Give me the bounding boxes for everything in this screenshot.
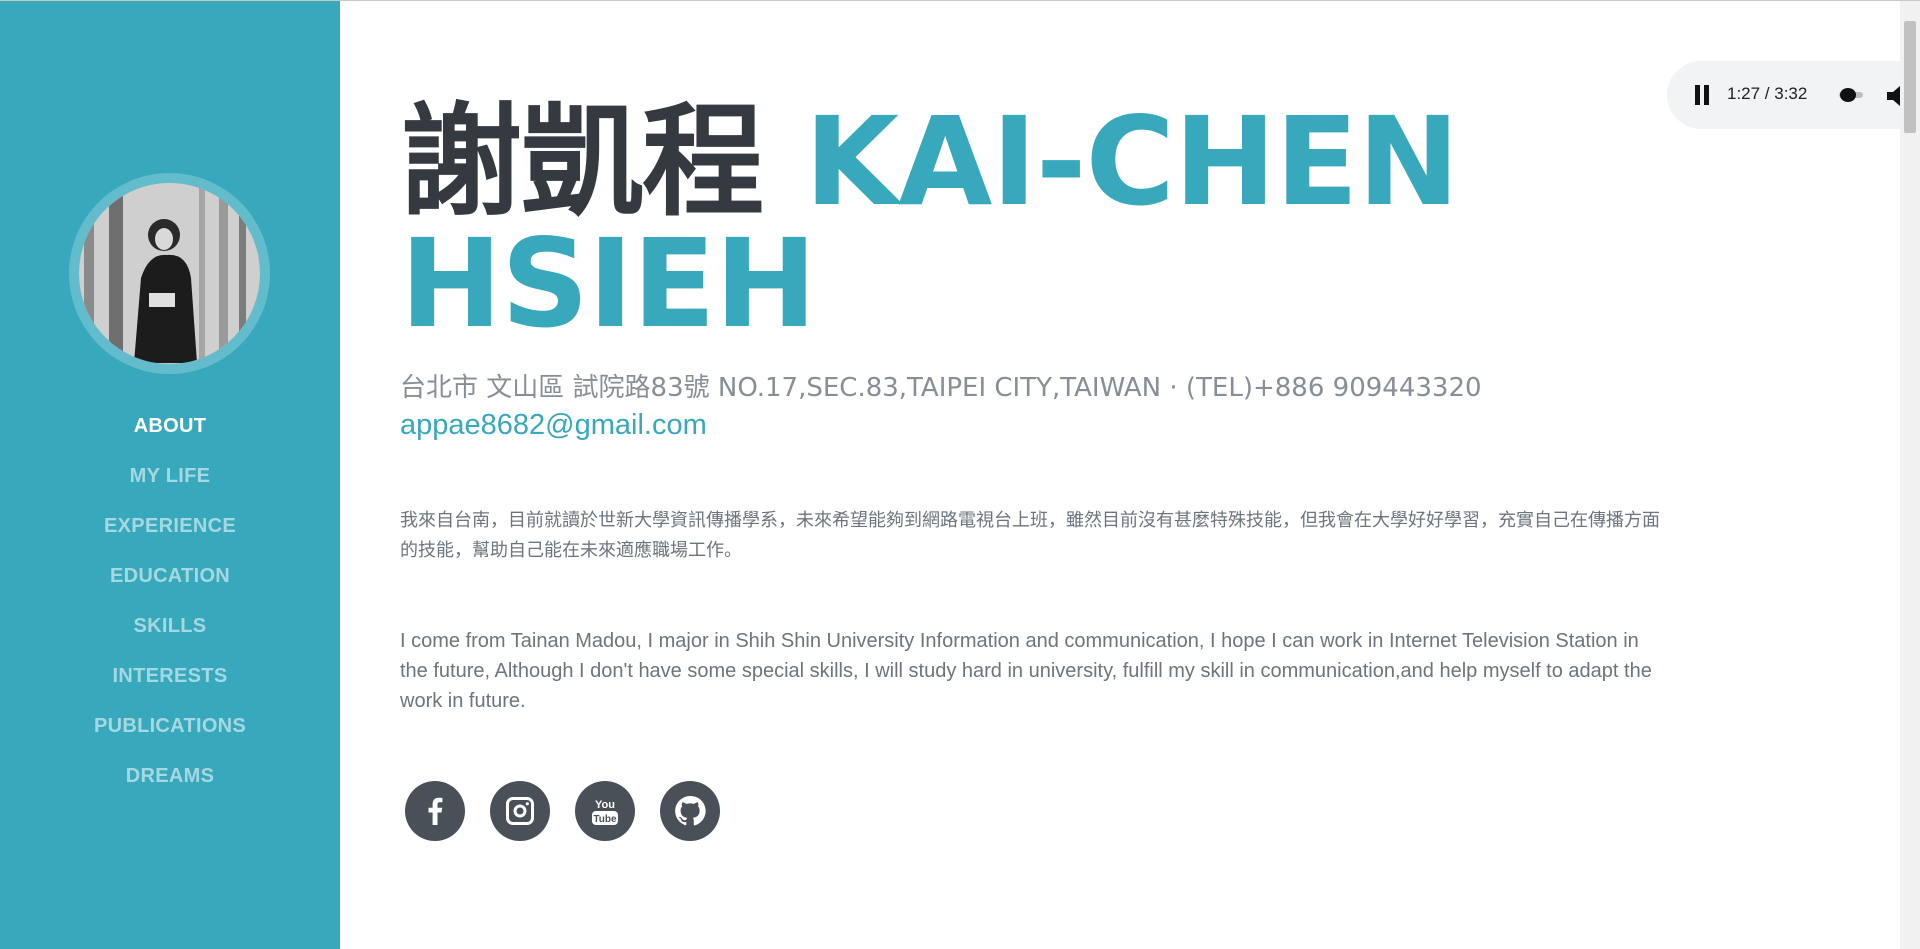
instagram-link[interactable] bbox=[490, 781, 550, 841]
nav-item-label[interactable]: SKILLS bbox=[134, 615, 207, 638]
email-link[interactable]: appae8682@gmail.com bbox=[400, 409, 707, 442]
nav-item-label[interactable]: DREAMS bbox=[126, 765, 214, 788]
address-phone: 台北市 文山區 試院路83號 NO.17,SEC.83,TAIPEI CITY,… bbox=[400, 373, 1482, 403]
instagram-icon bbox=[506, 797, 534, 825]
github-link[interactable] bbox=[660, 781, 720, 841]
nav-item-label[interactable]: PUBLICATIONS bbox=[94, 715, 246, 738]
nav-item-my-life[interactable]: MY LIFE bbox=[0, 451, 340, 501]
side-nav: ABOUT MY LIFE EXPERIENCE EDUCATION SKILL… bbox=[0, 401, 340, 801]
nav-item-interests[interactable]: INTERESTS bbox=[0, 651, 340, 701]
nav-item-label[interactable]: EDUCATION bbox=[110, 565, 230, 588]
svg-text:You: You bbox=[595, 799, 615, 811]
nav-item-experience[interactable]: EXPERIENCE bbox=[0, 501, 340, 551]
nav-item-label[interactable]: ABOUT bbox=[134, 415, 207, 438]
page-title: 謝凱程 KAI-CHEN HSIEH bbox=[400, 101, 1460, 355]
facebook-link[interactable] bbox=[405, 781, 465, 841]
nav-item-skills[interactable]: SKILLS bbox=[0, 601, 340, 651]
name-english-last: HSIEH bbox=[400, 213, 817, 355]
social-icons: You Tube bbox=[405, 781, 720, 841]
nav-item-about[interactable]: ABOUT bbox=[0, 401, 340, 451]
nav-item-label[interactable]: MY LIFE bbox=[130, 465, 211, 488]
audio-player: 1:27 / 3:32 bbox=[1667, 61, 1917, 129]
page-scrollbar[interactable] bbox=[1900, 1, 1920, 949]
youtube-link[interactable]: You Tube bbox=[575, 781, 635, 841]
about-text-chinese: 我來自台南，目前就讀於世新大學資訊傳播學系，未來希望能夠到網路電視台上班，雖然目… bbox=[400, 510, 1660, 561]
about-text-english: I come from Tainan Madou, I major in Shi… bbox=[400, 630, 1652, 712]
nav-item-publications[interactable]: PUBLICATIONS bbox=[0, 701, 340, 751]
nav-item-dreams[interactable]: DREAMS bbox=[0, 751, 340, 801]
nav-item-label[interactable]: INTERESTS bbox=[113, 665, 228, 688]
facebook-icon bbox=[428, 797, 443, 825]
github-icon bbox=[675, 795, 706, 826]
nav-item-education[interactable]: EDUCATION bbox=[0, 551, 340, 601]
pause-button[interactable] bbox=[1691, 83, 1715, 107]
sidebar: ABOUT MY LIFE EXPERIENCE EDUCATION SKILL… bbox=[0, 1, 340, 949]
youtube-icon: You Tube bbox=[592, 799, 618, 825]
seek-handle[interactable] bbox=[1840, 88, 1856, 102]
name-english-first: KAI-CHEN bbox=[804, 91, 1459, 233]
svg-text:Tube: Tube bbox=[593, 814, 617, 825]
scrollbar-thumb[interactable] bbox=[1904, 21, 1916, 133]
nav-item-label[interactable]: EXPERIENCE bbox=[104, 515, 236, 538]
playback-time: 1:27 / 3:32 bbox=[1727, 84, 1808, 103]
name-chinese: 謝凱程 bbox=[400, 91, 764, 233]
avatar bbox=[79, 183, 260, 364]
profile-photo bbox=[79, 183, 260, 364]
avatar-frame bbox=[69, 173, 270, 374]
